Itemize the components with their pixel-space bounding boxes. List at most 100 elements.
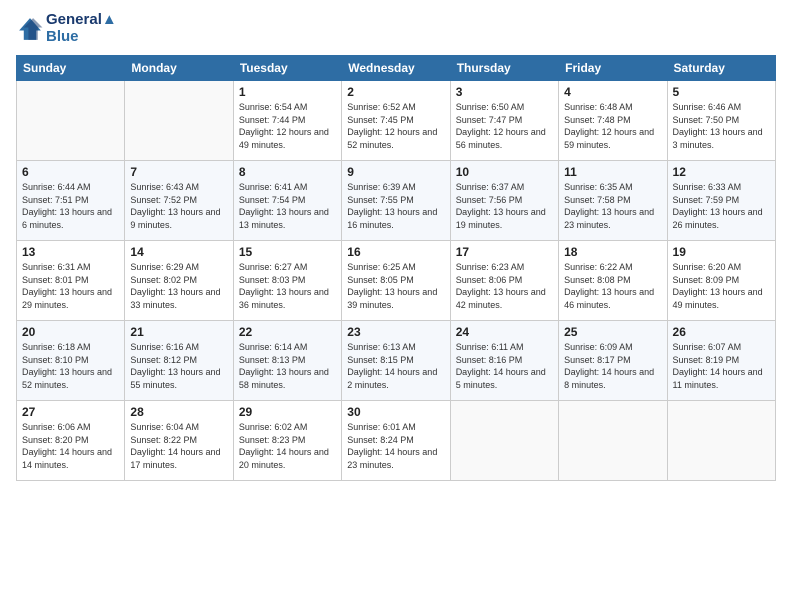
calendar-cell: 11Sunrise: 6:35 AM Sunset: 7:58 PM Dayli… (559, 161, 667, 241)
day-number: 13 (22, 245, 119, 259)
calendar-cell (17, 81, 125, 161)
cell-info: Sunrise: 6:06 AM Sunset: 8:20 PM Dayligh… (22, 421, 119, 471)
day-number: 16 (347, 245, 444, 259)
calendar-cell: 18 Sunrise: 6:22 AM Sunset: 8:08 PM Dayli… (559, 241, 667, 321)
day-number: 8 (239, 165, 336, 179)
day-number: 26 (673, 325, 770, 339)
cell-info: Sunrise: 6:20 AM Sunset: 8:09 PM Dayligh… (673, 261, 770, 311)
cell-info: Sunrise: 6:50 AM Sunset: 7:47 PM Dayligh… (456, 101, 553, 151)
cell-info: Sunrise: 6:18 AM Sunset: 8:10 PM Dayligh… (22, 341, 119, 391)
day-number: 15 (239, 245, 336, 259)
calendar-cell: 2 Sunrise: 6:52 AM Sunset: 7:45 PM Daylig… (342, 81, 450, 161)
cell-info: Sunrise: 6:16 AM Sunset: 8:12 PM Dayligh… (130, 341, 227, 391)
week-row-5: 27Sunrise: 6:06 AM Sunset: 8:20 PM Dayli… (17, 401, 776, 481)
cell-info: Sunrise: 6:01 AM Sunset: 8:24 PM Dayligh… (347, 421, 444, 471)
day-number: 20 (22, 325, 119, 339)
day-number: 5 (673, 85, 770, 99)
cell-info: Sunrise: 6:46 AM Sunset: 7:50 PM Dayligh… (673, 101, 770, 151)
weekday-header-tuesday: Tuesday (233, 56, 341, 81)
calendar-cell: 30 Sunrise: 6:01 AM Sunset: 8:24 PM Dayli… (342, 401, 450, 481)
day-number: 22 (239, 325, 336, 339)
weekday-header-monday: Monday (125, 56, 233, 81)
calendar-cell: 21 Sunrise: 6:16 AM Sunset: 8:12 PM Dayli… (125, 321, 233, 401)
calendar-cell: 12 Sunrise: 6:33 AM Sunset: 7:59 PM Dayli… (667, 161, 775, 241)
calendar-cell (559, 401, 667, 481)
cell-info: Sunrise: 6:02 AM Sunset: 8:23 PM Dayligh… (239, 421, 336, 471)
day-number: 21 (130, 325, 227, 339)
day-number: 3 (456, 85, 553, 99)
day-number: 24 (456, 325, 553, 339)
calendar-cell: 7 Sunrise: 6:43 AM Sunset: 7:52 PM Daylig… (125, 161, 233, 241)
weekday-header-thursday: Thursday (450, 56, 558, 81)
weekday-header-row: SundayMondayTuesdayWednesdayThursdayFrid… (17, 56, 776, 81)
weekday-header-friday: Friday (559, 56, 667, 81)
cell-info: Sunrise: 6:35 AM Sunset: 7:58 PM Dayligh… (564, 181, 661, 231)
cell-info: Sunrise: 6:25 AM Sunset: 8:05 PM Dayligh… (347, 261, 444, 311)
cell-info: Sunrise: 6:41 AM Sunset: 7:54 PM Dayligh… (239, 181, 336, 231)
calendar-cell: 26 Sunrise: 6:07 AM Sunset: 8:19 PM Dayli… (667, 321, 775, 401)
logo: General▲ Blue (16, 12, 117, 45)
calendar-cell (450, 401, 558, 481)
day-number: 12 (673, 165, 770, 179)
day-number: 1 (239, 85, 336, 99)
week-row-2: 6 Sunrise: 6:44 AM Sunset: 7:51 PM Daylig… (17, 161, 776, 241)
day-number: 23 (347, 325, 444, 339)
logo-text: General▲ Blue (46, 12, 117, 45)
calendar-cell: 16 Sunrise: 6:25 AM Sunset: 8:05 PM Dayli… (342, 241, 450, 321)
cell-info: Sunrise: 6:37 AM Sunset: 7:56 PM Dayligh… (456, 181, 553, 231)
day-number: 25 (564, 325, 661, 339)
week-row-1: 1 Sunrise: 6:54 AM Sunset: 7:44 PM Daylig… (17, 81, 776, 161)
calendar-cell: 13 Sunrise: 6:31 AM Sunset: 8:01 PM Dayli… (17, 241, 125, 321)
day-number: 14 (130, 245, 227, 259)
day-number: 28 (130, 405, 227, 419)
cell-info: Sunrise: 6:54 AM Sunset: 7:44 PM Dayligh… (239, 101, 336, 151)
cell-info: Sunrise: 6:43 AM Sunset: 7:52 PM Dayligh… (130, 181, 227, 231)
cell-info: Sunrise: 6:44 AM Sunset: 7:51 PM Dayligh… (22, 181, 119, 231)
day-number: 10 (456, 165, 553, 179)
calendar-cell: 10 Sunrise: 6:37 AM Sunset: 7:56 PM Dayli… (450, 161, 558, 241)
calendar-cell: 28 Sunrise: 6:04 AM Sunset: 8:22 PM Dayli… (125, 401, 233, 481)
calendar-cell: 20 Sunrise: 6:18 AM Sunset: 8:10 PM Dayli… (17, 321, 125, 401)
cell-info: Sunrise: 6:39 AM Sunset: 7:55 PM Dayligh… (347, 181, 444, 231)
cell-info: Sunrise: 6:29 AM Sunset: 8:02 PM Dayligh… (130, 261, 227, 311)
calendar-table: SundayMondayTuesdayWednesdayThursdayFrid… (16, 55, 776, 481)
calendar-cell: 1 Sunrise: 6:54 AM Sunset: 7:44 PM Daylig… (233, 81, 341, 161)
calendar-cell (667, 401, 775, 481)
day-number: 17 (456, 245, 553, 259)
week-row-4: 20 Sunrise: 6:18 AM Sunset: 8:10 PM Dayli… (17, 321, 776, 401)
day-number: 4 (564, 85, 661, 99)
calendar-cell: 25 Sunrise: 6:09 AM Sunset: 8:17 PM Dayli… (559, 321, 667, 401)
weekday-header-saturday: Saturday (667, 56, 775, 81)
day-number: 7 (130, 165, 227, 179)
calendar-cell: 8 Sunrise: 6:41 AM Sunset: 7:54 PM Daylig… (233, 161, 341, 241)
day-number: 29 (239, 405, 336, 419)
cell-info: Sunrise: 6:09 AM Sunset: 8:17 PM Dayligh… (564, 341, 661, 391)
cell-info: Sunrise: 6:52 AM Sunset: 7:45 PM Dayligh… (347, 101, 444, 151)
logo-icon (16, 15, 44, 43)
day-number: 18 (564, 245, 661, 259)
cell-info: Sunrise: 6:07 AM Sunset: 8:19 PM Dayligh… (673, 341, 770, 391)
cell-info: Sunrise: 6:22 AM Sunset: 8:08 PM Dayligh… (564, 261, 661, 311)
day-number: 30 (347, 405, 444, 419)
cell-info: Sunrise: 6:13 AM Sunset: 8:15 PM Dayligh… (347, 341, 444, 391)
cell-info: Sunrise: 6:27 AM Sunset: 8:03 PM Dayligh… (239, 261, 336, 311)
calendar-cell: 22 Sunrise: 6:14 AM Sunset: 8:13 PM Dayli… (233, 321, 341, 401)
calendar-cell: 24 Sunrise: 6:11 AM Sunset: 8:16 PM Dayli… (450, 321, 558, 401)
calendar-cell: 4 Sunrise: 6:48 AM Sunset: 7:48 PM Daylig… (559, 81, 667, 161)
day-number: 19 (673, 245, 770, 259)
calendar-cell: 15 Sunrise: 6:27 AM Sunset: 8:03 PM Dayli… (233, 241, 341, 321)
calendar-cell: 29 Sunrise: 6:02 AM Sunset: 8:23 PM Dayli… (233, 401, 341, 481)
cell-info: Sunrise: 6:14 AM Sunset: 8:13 PM Dayligh… (239, 341, 336, 391)
page-header: General▲ Blue (16, 12, 776, 45)
cell-info: Sunrise: 6:48 AM Sunset: 7:48 PM Dayligh… (564, 101, 661, 151)
cell-info: Sunrise: 6:33 AM Sunset: 7:59 PM Dayligh… (673, 181, 770, 231)
day-number: 6 (22, 165, 119, 179)
calendar-cell: 23 Sunrise: 6:13 AM Sunset: 8:15 PM Dayli… (342, 321, 450, 401)
cell-info: Sunrise: 6:31 AM Sunset: 8:01 PM Dayligh… (22, 261, 119, 311)
cell-info: Sunrise: 6:11 AM Sunset: 8:16 PM Dayligh… (456, 341, 553, 391)
calendar-cell: 19 Sunrise: 6:20 AM Sunset: 8:09 PM Dayli… (667, 241, 775, 321)
calendar-cell: 5 Sunrise: 6:46 AM Sunset: 7:50 PM Daylig… (667, 81, 775, 161)
day-number: 2 (347, 85, 444, 99)
calendar-cell: 14 Sunrise: 6:29 AM Sunset: 8:02 PM Dayli… (125, 241, 233, 321)
cell-info: Sunrise: 6:04 AM Sunset: 8:22 PM Dayligh… (130, 421, 227, 471)
